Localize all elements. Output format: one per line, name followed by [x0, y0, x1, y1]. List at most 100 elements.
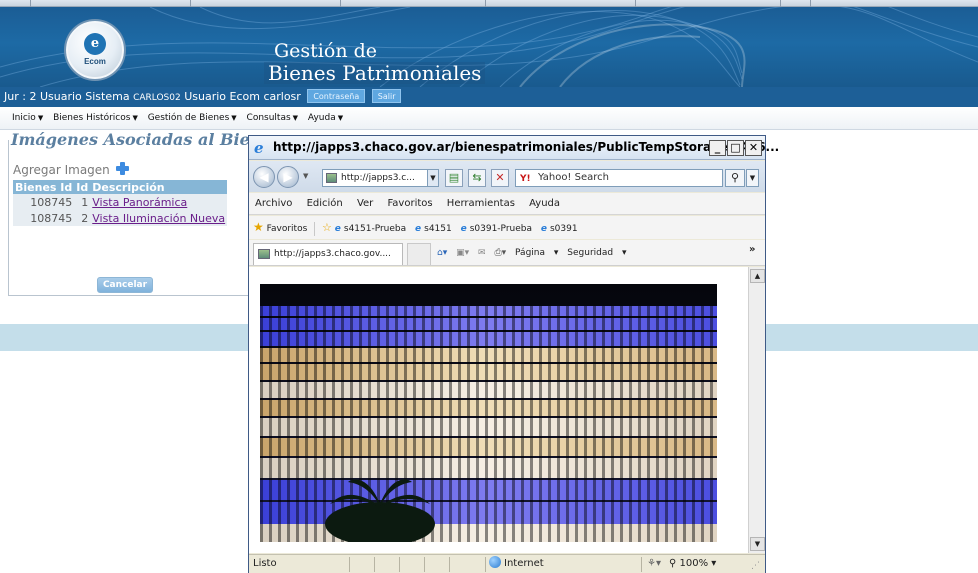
building-photo [260, 284, 717, 542]
plus-icon[interactable] [115, 162, 129, 175]
favorite-link[interactable]: s4151-Prueba [344, 224, 406, 234]
favorite-link[interactable]: s4151 [424, 224, 452, 234]
favorites-button[interactable]: Favoritos [267, 224, 308, 234]
status-divider [374, 557, 375, 572]
exit-button[interactable]: Salir [371, 89, 402, 103]
new-tab-button[interactable] [407, 243, 431, 265]
menu-consultas[interactable]: Consultas ▼ [247, 107, 299, 130]
favorite-link[interactable]: s0391 [550, 224, 578, 234]
mail-icon[interactable]: ✉ [478, 248, 486, 258]
menu-gestion-de-bienes[interactable]: Gestión de Bienes ▼ [148, 107, 237, 130]
favorite-link[interactable]: s0391-Prueba [470, 224, 532, 234]
menu-edicion[interactable]: Edición [307, 198, 343, 209]
search-options-icon[interactable]: ▼ [746, 169, 759, 187]
search-input[interactable]: Y! Yahoo! Search [515, 169, 723, 187]
maximize-button[interactable]: □ [727, 140, 744, 156]
menu-herramientas[interactable]: Herramientas [447, 198, 515, 209]
chevron-down-icon: ▼ [292, 114, 299, 122]
menu-archivo[interactable]: Archivo [255, 198, 292, 209]
vertical-scrollbar[interactable]: ▲ ▼ [748, 267, 765, 553]
refresh-icon[interactable]: ⇆ [468, 169, 486, 187]
page-menu[interactable]: Página ▾ [515, 248, 558, 258]
ecom-logo-mark: e [84, 33, 106, 55]
protected-mode-icon[interactable]: ⚘▾ [647, 555, 661, 573]
forward-arrow-icon[interactable]: ▶ [277, 166, 299, 188]
popup-title: http://japps3.chaco.gov.ar/bienespatrimo… [273, 140, 780, 154]
magnifier-icon[interactable]: ⚲ [725, 169, 745, 187]
cell-descripcion: Vista Iluminación Nueva [90, 210, 228, 226]
popup-content: ▲ ▼ [249, 267, 765, 553]
globe-icon [489, 556, 501, 568]
scroll-down-icon[interactable]: ▼ [750, 537, 765, 551]
history-dropdown-icon[interactable]: ▼ [303, 172, 308, 180]
table-row: 108745 1 Vista Panorámica [13, 194, 228, 210]
ecom-logo-text: Ecom [84, 57, 106, 66]
page-icon [326, 173, 337, 183]
address-dropdown-icon[interactable]: ▼ [427, 169, 439, 187]
status-text: Listo [253, 558, 277, 569]
menu-favoritos[interactable]: Favoritos [387, 198, 432, 209]
printer-icon[interactable]: ⎙▾ [494, 248, 506, 258]
add-image-label: Agregar Imagen [13, 163, 110, 177]
more-commands-icon[interactable]: » [749, 244, 755, 255]
address-input[interactable]: http://japps3.c... [322, 169, 431, 187]
app-header: e Ecom Gestión de Bienes Patrimoniales [0, 7, 978, 87]
cell-bien-id: 108745 [13, 194, 75, 210]
minimize-button[interactable]: _ [709, 140, 726, 156]
security-menu[interactable]: Seguridad ▾ [567, 248, 626, 258]
stop-icon[interactable]: ✕ [491, 169, 509, 187]
image-link-vista-iluminacion[interactable]: Vista Iluminación Nueva [92, 212, 225, 225]
add-favorite-icon[interactable]: ☆ [322, 221, 332, 234]
status-divider [449, 557, 450, 572]
app-title-line1: Gestión de [274, 40, 378, 62]
user-info-bar: Jur : 2 Usuario Sistema CARLOS02 Usuario… [0, 87, 978, 107]
yahoo-logo: Y! [520, 174, 531, 184]
home-icon[interactable]: ⌂▾ [437, 248, 447, 258]
panel-title: Imágenes Asociadas al Bien [9, 130, 264, 149]
user-system-label: Usuario Sistema [39, 90, 130, 103]
app-title-line2: Bienes Patrimoniales [264, 62, 486, 84]
popup-tab-bar: http://japps3.chaco.gov.... ⌂▾ ▣▾ ✉ ⎙▾ P… [249, 240, 765, 266]
password-button[interactable]: Contraseña [307, 89, 366, 103]
menu-ayuda[interactable]: Ayuda ▼ [308, 107, 343, 130]
popup-address-bar: ◀ ▶ ▼ http://japps3.c... ▼ ▤ ⇆ ✕ Y! Yaho… [249, 161, 765, 192]
chevron-down-icon: ▼ [337, 114, 344, 122]
user-system-value: CARLOS02 [133, 93, 181, 103]
rss-icon[interactable]: ▣▾ [456, 248, 469, 258]
tab-label: http://japps3.chaco.gov.... [274, 249, 391, 259]
user-ecom-value: carlosr [263, 90, 301, 103]
add-image-link[interactable]: Agregar Imagen [13, 162, 129, 177]
menu-ver[interactable]: Ver [357, 198, 373, 209]
zoom-level[interactable]: ⚲ 100% ▾ [669, 555, 716, 573]
popup-status-bar: Listo Internet ⚘▾ ⚲ 100% ▾ ⋰ [249, 554, 765, 573]
app-title: Gestión de Bienes Patrimoniales [264, 40, 486, 84]
search-placeholder: Yahoo! Search [538, 172, 609, 183]
chevron-down-icon: ▼ [132, 114, 138, 122]
main-menu: Inicio ▼ Bienes Históricos ▼ Gestión de Bi… [0, 107, 978, 130]
browser-tab[interactable]: http://japps3.chaco.gov.... [253, 243, 403, 265]
favorites-bar: ★ Favoritos ☆ e s4151-Prueba e s4151 e s039… [249, 216, 765, 239]
menu-bienes-historicos[interactable]: Bienes Históricos ▼ [53, 107, 138, 130]
column-header-descripcion: Descripción [90, 180, 228, 194]
back-arrow-icon[interactable]: ◀ [253, 166, 275, 188]
status-divider [485, 557, 486, 572]
column-header-bienes-id: Bienes Id [13, 180, 75, 194]
status-divider [399, 557, 400, 572]
resize-grip-icon[interactable]: ⋰ [751, 557, 760, 573]
header-swirl-decoration [0, 7, 978, 87]
cancel-button[interactable]: Cancelar [97, 277, 153, 293]
compatibility-icon[interactable]: ▤ [445, 169, 463, 187]
menu-inicio[interactable]: Inicio ▼ [12, 107, 43, 130]
image-popup-window: e http://japps3.chaco.gov.ar/bienespatri… [248, 135, 779, 573]
menu-ayuda-popup[interactable]: Ayuda [529, 198, 560, 209]
security-zone[interactable]: Internet [489, 555, 544, 573]
close-button[interactable]: ✕ [745, 140, 762, 156]
ie-icon: e [334, 224, 341, 234]
image-link-vista-panoramica[interactable]: Vista Panorámica [92, 196, 187, 209]
images-table: Bienes Id Id Descripción 108745 1 Vista … [13, 180, 228, 226]
ie-icon: e [540, 224, 547, 234]
cell-descripcion: Vista Panorámica [90, 194, 228, 210]
scroll-up-icon[interactable]: ▲ [750, 269, 765, 283]
status-divider [641, 557, 642, 572]
popup-titlebar[interactable]: e http://japps3.chaco.gov.ar/bienespatri… [249, 136, 779, 160]
